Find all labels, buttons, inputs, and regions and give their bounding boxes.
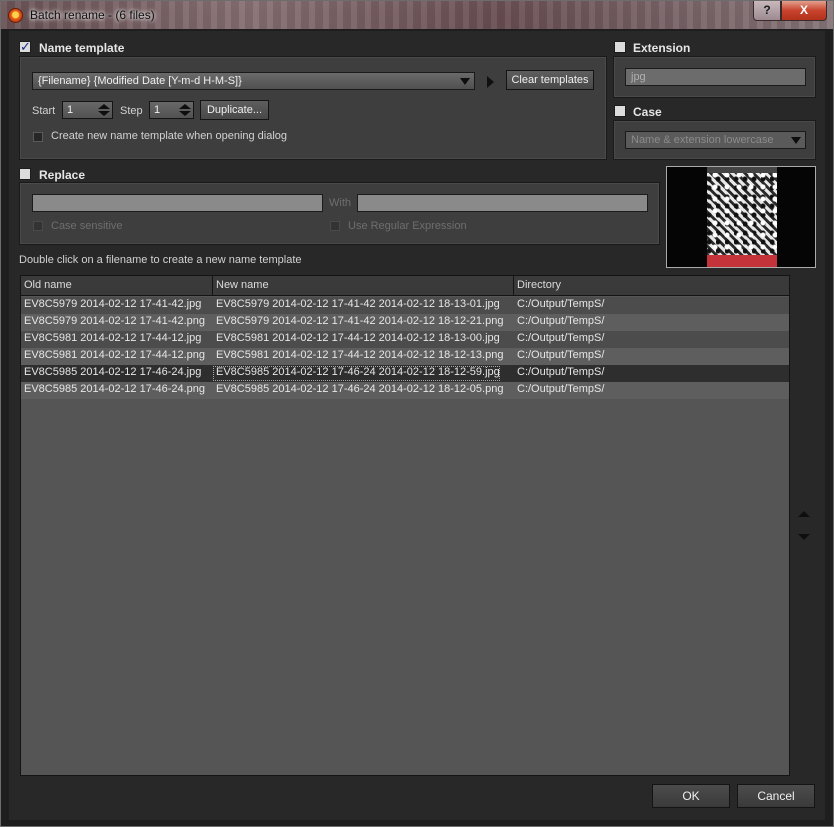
directory-cell: C:/Output/TempS/ bbox=[517, 315, 605, 327]
table-row[interactable]: EV8C5981 2014-02-12 17-44-12.png EV8C598… bbox=[21, 348, 789, 365]
case-sensitive-label: Case sensitive bbox=[51, 220, 123, 232]
name-template-label: Name template bbox=[39, 41, 125, 55]
column-header-directory[interactable]: Directory bbox=[514, 276, 789, 296]
extension-checkbox[interactable] bbox=[614, 41, 626, 53]
directory-cell: C:/Output/TempS/ bbox=[517, 298, 605, 310]
new-name-cell[interactable]: EV8C5985 2014-02-12 17-46-24 2014-02-12 … bbox=[213, 366, 500, 381]
step-label: Step bbox=[120, 105, 143, 117]
regex-label: Use Regular Expression bbox=[348, 220, 467, 232]
case-combo[interactable]: Name & extension lowercase bbox=[625, 131, 806, 149]
replace-label: Replace bbox=[39, 168, 86, 182]
hint-text: Double click on a filename to create a n… bbox=[19, 254, 302, 266]
preview-image bbox=[707, 167, 777, 267]
old-name-cell: EV8C5985 2014-02-12 17-46-24.png bbox=[24, 383, 206, 395]
column-header-new-name[interactable]: New name bbox=[213, 276, 514, 296]
case-checkbox[interactable] bbox=[614, 105, 626, 117]
start-value: 1 bbox=[67, 104, 74, 116]
directory-cell: C:/Output/TempS/ bbox=[517, 366, 605, 378]
new-name-cell[interactable]: EV8C5981 2014-02-12 17-44-12 2014-02-12 … bbox=[213, 332, 500, 344]
cancel-button[interactable]: Cancel bbox=[737, 784, 815, 808]
extension-label: Extension bbox=[633, 41, 691, 55]
replace-checkbox[interactable] bbox=[19, 168, 31, 180]
case-label: Case bbox=[633, 105, 662, 119]
table-row[interactable]: EV8C5979 2014-02-12 17-41-42.png EV8C597… bbox=[21, 314, 789, 331]
name-template-group: {Filename} {Modified Date [Y-m-d H-M-S]}… bbox=[19, 56, 607, 160]
move-up-icon[interactable] bbox=[798, 511, 810, 517]
step-value: 1 bbox=[154, 104, 161, 116]
table-row-selected[interactable]: EV8C5985 2014-02-12 17-46-24.jpg EV8C598… bbox=[21, 365, 789, 382]
new-name-cell[interactable]: EV8C5985 2014-02-12 17-46-24 2014-02-12 … bbox=[213, 383, 503, 395]
new-name-cell[interactable]: EV8C5979 2014-02-12 17-41-42 2014-02-12 … bbox=[213, 315, 503, 327]
new-name-cell[interactable]: EV8C5979 2014-02-12 17-41-42 2014-02-12 … bbox=[213, 298, 500, 310]
chevron-down-icon bbox=[460, 78, 470, 85]
replace-group: With Case sensitive Use Regular Expressi… bbox=[19, 182, 660, 245]
directory-cell: C:/Output/TempS/ bbox=[517, 383, 605, 395]
replace-find-input[interactable] bbox=[32, 194, 323, 212]
extension-input[interactable]: jpg bbox=[625, 68, 806, 86]
replace-with-input[interactable] bbox=[357, 194, 648, 212]
template-combo[interactable]: {Filename} {Modified Date [Y-m-d H-M-S]} bbox=[32, 72, 475, 90]
old-name-cell: EV8C5985 2014-02-12 17-46-24.jpg bbox=[24, 366, 202, 378]
ok-button[interactable]: OK bbox=[652, 784, 730, 808]
help-button[interactable]: ? bbox=[753, 1, 781, 21]
dialog-body: Name template {Filename} {Modified Date … bbox=[9, 31, 825, 820]
files-table[interactable]: Old name New name Directory EV8C5979 201… bbox=[20, 275, 790, 776]
preview-image-top bbox=[707, 167, 777, 173]
name-template-checkbox[interactable] bbox=[19, 39, 31, 55]
create-on-open-checkbox[interactable] bbox=[33, 132, 43, 142]
start-spinbox[interactable]: 1 bbox=[62, 101, 113, 119]
play-arrow-icon[interactable] bbox=[487, 76, 494, 88]
batch-rename-window: Batch rename - (6 files) ? X Name templa… bbox=[0, 0, 834, 827]
duplicate-button[interactable]: Duplicate... bbox=[200, 100, 269, 120]
spin-up-icon[interactable] bbox=[179, 104, 191, 109]
old-name-cell: EV8C5981 2014-02-12 17-44-12.jpg bbox=[24, 332, 202, 344]
start-label: Start bbox=[32, 105, 56, 117]
spin-up-icon[interactable] bbox=[98, 104, 110, 109]
old-name-cell: EV8C5981 2014-02-12 17-44-12.png bbox=[24, 349, 206, 361]
window-title: Batch rename - (6 files) bbox=[30, 8, 155, 22]
move-down-icon[interactable] bbox=[798, 534, 810, 540]
case-group: Name & extension lowercase bbox=[613, 120, 816, 160]
step-spinbox[interactable]: 1 bbox=[149, 101, 194, 119]
app-icon bbox=[8, 8, 23, 23]
case-combo-value: Name & extension lowercase bbox=[631, 134, 774, 146]
table-row[interactable]: EV8C5979 2014-02-12 17-41-42.jpg EV8C597… bbox=[21, 297, 789, 314]
column-header-old-name[interactable]: Old name bbox=[21, 276, 213, 296]
extension-group: jpg bbox=[613, 56, 816, 98]
old-name-cell: EV8C5979 2014-02-12 17-41-42.png bbox=[24, 315, 206, 327]
directory-cell: C:/Output/TempS/ bbox=[517, 332, 605, 344]
preview-image-hem bbox=[707, 255, 777, 267]
table-row[interactable]: EV8C5985 2014-02-12 17-46-24.png EV8C598… bbox=[21, 382, 789, 399]
regex-checkbox[interactable] bbox=[330, 221, 340, 231]
spin-down-icon[interactable] bbox=[179, 111, 191, 116]
close-button[interactable]: X bbox=[781, 1, 827, 21]
spin-down-icon[interactable] bbox=[98, 111, 110, 116]
template-combo-value: {Filename} {Modified Date [Y-m-d H-M-S]} bbox=[38, 75, 242, 87]
directory-cell: C:/Output/TempS/ bbox=[517, 349, 605, 361]
old-name-cell: EV8C5979 2014-02-12 17-41-42.jpg bbox=[24, 298, 202, 310]
chevron-down-icon bbox=[791, 137, 801, 144]
case-sensitive-checkbox[interactable] bbox=[33, 221, 43, 231]
table-header: Old name New name Directory bbox=[21, 276, 789, 296]
new-name-cell[interactable]: EV8C5981 2014-02-12 17-44-12 2014-02-12 … bbox=[213, 349, 503, 361]
create-on-open-label: Create new name template when opening di… bbox=[51, 130, 288, 142]
with-label: With bbox=[329, 197, 351, 209]
table-row[interactable]: EV8C5981 2014-02-12 17-44-12.jpg EV8C598… bbox=[21, 331, 789, 348]
image-preview bbox=[666, 166, 816, 268]
title-bar[interactable]: Batch rename - (6 files) ? X bbox=[1, 1, 833, 29]
clear-templates-button[interactable]: Clear templates bbox=[506, 70, 594, 90]
